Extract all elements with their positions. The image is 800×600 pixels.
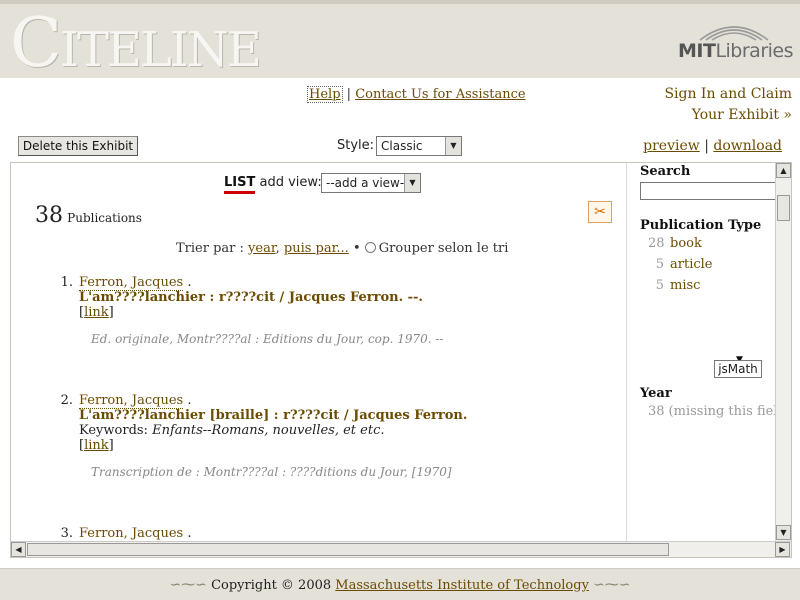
style-select[interactable]: Classic ▼ [376,136,462,156]
sort-bullet: • [352,241,361,256]
contact-link[interactable]: Contact Us for Assistance [355,87,525,102]
record-link[interactable]: link [84,305,109,320]
keywords-label: Keywords: [79,423,153,438]
mit-link[interactable]: Massachusetts Institute of Technology [335,578,589,593]
record-link[interactable]: link [84,438,109,453]
sort-controls: Trier par : year, puis par... • Grouper … [176,241,509,256]
horizontal-scroll-thumb[interactable] [27,543,669,556]
sort-prefix: Trier par : [176,241,244,256]
mit-arcs-icon [699,26,769,41]
mit-logo-suffix: Libraries [715,40,793,62]
mit-libraries-logo[interactable]: MITLibraries [678,20,793,70]
sort-field-link[interactable]: year [248,241,276,256]
link-separator: | [346,87,352,102]
group-label: Grouper selon le tri [378,241,509,256]
author-link[interactable]: Ferron, Jacques [79,275,184,291]
results-view: LIST add view: --add a view-- ▼ 38 Publi… [11,163,627,541]
style-label: Style: [337,138,375,153]
jsmath-button[interactable]: jsMath [714,360,762,378]
exhibit-panel: LIST add view: --add a view-- ▼ 38 Publi… [10,162,792,558]
style-selected-value: Classic [381,139,423,153]
year-heading: Year [640,386,672,401]
scroll-left-icon[interactable]: ◀ [11,542,26,557]
record-number: 3. [60,526,73,541]
copyright-text: Copyright © 2008 [211,578,336,593]
scissors-icon[interactable]: ✂ [588,201,612,223]
record-note: Transcription de : Montr????al : ????dit… [91,465,452,479]
view-selector: LIST add view: [224,175,322,194]
author-link[interactable]: Ferron, Jacques [79,526,184,541]
header-banner: Citeline MITLibraries [0,0,800,83]
facet-item-misc[interactable]: 5 misc [648,275,776,296]
chevron-down-icon: ▼ [404,174,420,192]
result-count-number: 38 [35,203,63,228]
author-link[interactable]: Ferron, Jacques [79,393,184,409]
horizontal-scrollbar[interactable]: ◀ ▶ [11,541,791,557]
record-title: L'am????lanchier : r????cit / Jacques Fe… [79,290,423,305]
citeline-logo: Citeline [10,4,262,83]
flourish-icon: ∽⁓∽ [169,577,207,593]
top-links: Help | Contact Us for Assistance [307,86,526,103]
add-view-label: add view: [259,175,322,190]
chevron-down-icon: ▼ [445,137,461,155]
add-view-select[interactable]: --add a view-- ▼ [321,173,421,193]
footer: ∽⁓∽ Copyright © 2008 Massachusetts Insti… [0,568,800,600]
mit-logo-prefix: MIT [678,40,716,62]
result-count-label: Publications [67,211,142,225]
keywords-value: Enfants--Romans, nouvelles, et etc. [152,423,385,438]
sign-in-claim-link[interactable]: Sign In and Claim Your Exhibit » [632,84,792,126]
add-view-selected-value: --add a view-- [326,176,409,190]
sort-then-link[interactable]: puis par... [284,241,349,256]
facet-sidebar: Search Publication Type 28 book 5 article … [628,163,776,541]
facet-item-article[interactable]: 5 article [648,254,776,275]
scroll-up-icon[interactable]: ▲ [776,163,791,178]
group-radio[interactable] [364,242,376,253]
search-heading: Search [640,164,691,179]
help-link[interactable]: Help [307,86,343,103]
search-input[interactable] [640,182,776,200]
facet-item-year-missing[interactable]: 38(missing this field) [648,401,776,422]
download-link[interactable]: download [713,138,782,154]
record-number: 2. [60,393,73,408]
pubtype-heading: Publication Type [640,218,762,233]
vertical-scrollbar[interactable]: ▲ ▼ [775,163,791,541]
vertical-scroll-thumb[interactable] [777,195,790,221]
scroll-right-icon[interactable]: ▶ [775,542,790,557]
record-number: 1. [60,275,73,290]
scroll-down-icon[interactable]: ▼ [776,525,791,540]
export-separator: | [704,138,709,154]
result-count: 38 Publications [35,203,142,228]
record-title: L'am????lanchier [braille] : r????cit / … [79,408,468,423]
facet-item-book[interactable]: 28 book [648,233,776,254]
record-note: Ed. originale, Montr????al : Editions du… [91,332,444,346]
preview-link[interactable]: preview [643,138,700,154]
delete-exhibit-button[interactable]: Delete this Exhibit [18,136,138,156]
export-links: preview | download [643,138,782,154]
flourish-icon: ∽⁓∽ [593,577,631,593]
tab-list[interactable]: LIST [224,175,256,194]
